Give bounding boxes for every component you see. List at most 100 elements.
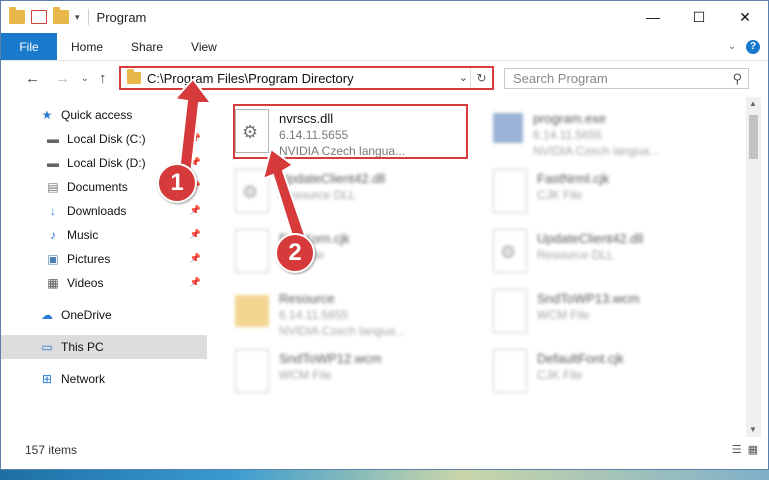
sidebar-item-label: Videos [67,276,104,290]
view-switcher: ☰ ▦ [732,443,758,456]
new-folder-icon[interactable] [53,7,69,24]
customize-dropdown-icon[interactable]: ▾ [75,12,80,23]
sidebar-item-videos[interactable]: ▦ Videos 📌 [1,271,207,295]
network-icon: ⊞ [41,372,53,386]
file-version: 6.14.11.5655 [279,308,349,322]
star-icon: ★ [41,108,53,122]
drive-icon: ▬ [47,132,59,146]
forward-arrow-icon[interactable]: → [55,70,70,87]
sidebar-item-network[interactable]: ⊞ Network [1,367,207,391]
sidebar-item-onedrive[interactable]: ☁ OneDrive [1,303,207,327]
cloud-icon: ☁ [41,308,53,322]
file-item[interactable]: FastNrml.cjk CJK File [471,163,711,219]
file-type: WCM File [537,308,590,322]
file-item[interactable]: program.exe 6.14.11.5655 NVIDIA Czech la… [471,103,711,159]
sidebar-item-pictures[interactable]: ▣ Pictures 📌 [1,247,207,271]
pin-icon: 📌 [189,253,201,263]
window-controls: — ☐ ✕ [630,1,768,33]
file-item[interactable]: UpdateClient42.dll Resource DLL [471,223,711,279]
folder-icon [235,295,269,327]
file-name: DefaultFont.cjk [537,351,624,366]
file-name: FastNrml.cjk [537,171,610,186]
document-file-icon [493,169,527,213]
sidebar-item-label: Pictures [67,252,111,266]
status-bar: 157 items ☰ ▦ [1,439,768,461]
chevron-down-icon[interactable]: ⌄ [459,71,468,84]
window-title: Program [96,9,147,25]
file-type: CJK File [537,188,583,202]
file-type: CJK File [537,368,583,382]
sidebar-item-label: Documents [67,180,128,194]
refresh-icon[interactable]: ↻ [470,68,492,88]
sidebar-item-label: Music [67,228,99,242]
drive-icon: ▬ [47,156,59,170]
properties-icon[interactable] [31,10,47,24]
item-count: 157 items [25,443,78,457]
pin-icon: 📌 [189,229,201,239]
document-file-icon [493,349,527,393]
scroll-up-icon[interactable]: ▲ [749,99,757,108]
ribbon-right-controls: ⌄ ? [728,33,768,60]
title-bar: ▾ Program — ☐ ✕ [1,1,768,33]
download-icon: ↓ [50,204,56,218]
videos-icon: ▦ [47,276,59,290]
up-arrow-icon[interactable]: ↑ [99,70,107,87]
file-name: program.exe [533,111,606,126]
file-item[interactable]: Resource 6.14.11.5655 NVIDIA Czech langu… [213,283,453,339]
expand-ribbon-icon[interactable]: ⌄ [728,41,736,52]
file-item[interactable]: UpdateClient42.dll Resource DLL [213,163,453,219]
scroll-thumb[interactable] [749,115,758,159]
help-icon[interactable]: ? [746,39,760,54]
document-file-icon [235,349,269,393]
pictures-icon: ▣ [47,252,59,266]
title-separator [87,9,89,25]
sidebar-item-label: Local Disk (D:) [67,156,146,170]
search-input[interactable]: Search Program ⚲ [504,68,749,89]
computer-icon: ▭ [41,340,53,354]
annotation-marker-1: 1 [157,163,197,203]
file-description: NVIDIA Czech langua... [533,144,660,158]
document-file-icon [493,289,527,333]
back-arrow-icon[interactable]: ← [25,70,40,87]
folder-icon [127,69,141,84]
sidebar-item-label: Local Disk (C:) [67,132,146,146]
recent-locations-icon[interactable]: ⌄ [81,73,89,84]
file-name: Resource [279,291,335,306]
folder-icon[interactable] [9,7,25,24]
sidebar-item-this-pc[interactable]: ▭ This PC [1,335,207,359]
file-item[interactable]: PerfXorn.cjk CJK File [213,223,453,279]
maximize-button[interactable]: ☐ [676,1,722,33]
file-name: SndToWP12.wcm [279,351,382,366]
search-icon[interactable]: ⚲ [732,71,742,87]
search-placeholder: Search Program [513,71,608,86]
scroll-down-icon[interactable]: ▼ [749,425,757,434]
tab-share[interactable]: Share [117,33,177,60]
file-version: 6.14.11.5655 [533,128,603,142]
navigation-bar: ← → ⌄ ↑ C:\Program Files\Program Directo… [1,61,768,97]
tab-home[interactable]: Home [57,33,117,60]
file-item[interactable]: SndToWP12.wcm WCM File [213,343,453,399]
tab-view[interactable]: View [177,33,231,60]
file-type: WCM File [279,368,332,382]
file-name: UpdateClient42.dll [537,231,644,246]
file-explorer-window: ▾ Program — ☐ ✕ File Home Share View ⌄ ?… [0,0,769,470]
ribbon-tabs: File Home Share View ⌄ ? [1,33,768,61]
sidebar-item-label: OneDrive [61,308,112,322]
file-type: Resource DLL [537,248,614,262]
details-view-icon[interactable]: ☰ [732,443,742,456]
sidebar-item-label: This PC [61,340,104,354]
dll-file-icon [493,229,527,273]
tab-file[interactable]: File [1,33,57,60]
file-item[interactable]: DefaultFont.cjk CJK File [471,343,711,399]
sidebar-item-label: Downloads [67,204,127,218]
quick-access-toolbar: ▾ [9,7,80,24]
music-icon: ♪ [50,228,56,242]
file-item[interactable]: SndToWP13.wcm WCM File [471,283,711,339]
close-button[interactable]: ✕ [722,1,768,33]
sidebar-item-music[interactable]: ♪ Music 📌 [1,223,207,247]
exe-file-icon [493,113,523,143]
minimize-button[interactable]: — [630,1,676,33]
vertical-scrollbar[interactable]: ▲ ▼ [746,97,761,437]
large-icons-view-icon[interactable]: ▦ [748,443,758,456]
file-description: NVIDIA Czech langua... [279,324,406,338]
